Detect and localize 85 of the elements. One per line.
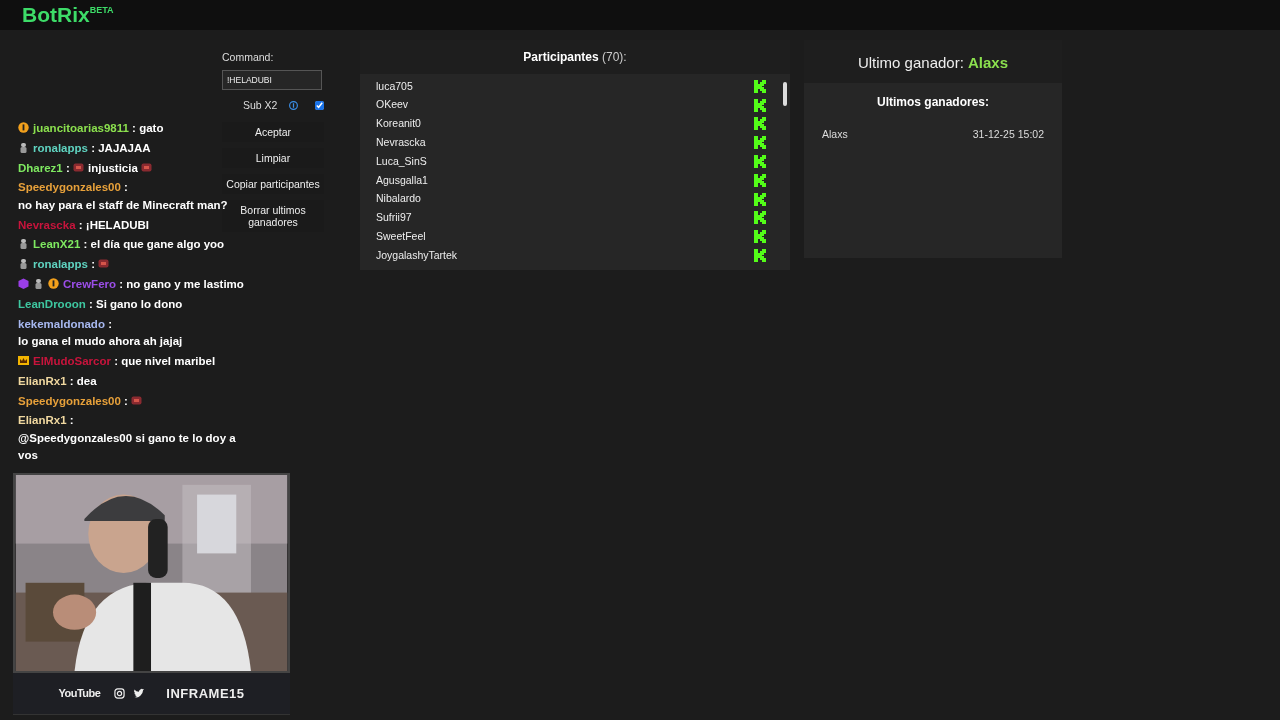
logo[interactable]: BotRix <box>22 0 90 30</box>
participant-name: Nibalardo <box>376 191 421 207</box>
youtube-label[interactable]: YouTube <box>58 685 101 702</box>
winner-name: Alaxs <box>822 126 848 142</box>
info-icon[interactable] <box>289 101 299 111</box>
chat-message: @Speedygonzales00 si gano te lo doy a vos <box>18 430 237 464</box>
participant-name: Koreanit0 <box>376 116 421 132</box>
platform-icon <box>754 136 766 150</box>
chat-message: ¡HELADUBI <box>85 217 150 233</box>
chat-message: no gano y me lastimo <box>126 277 244 293</box>
channel-handle: INFRAME15 <box>166 684 245 703</box>
chat-colon: : <box>124 394 128 407</box>
participant-name: Sufrii97 <box>376 210 412 226</box>
platform-icon <box>754 211 766 225</box>
participant-name: Luca_SinS <box>376 153 427 169</box>
participant-name: Nevrascka <box>376 134 426 150</box>
chat-colon: : <box>132 122 136 134</box>
chat-message: JAJAJAA <box>98 140 151 156</box>
emote-icon <box>141 161 153 173</box>
chat-colon: : <box>78 218 83 231</box>
platform-icon <box>754 79 766 93</box>
last-winner: Ultimo ganador: Alaxs <box>857 54 1009 71</box>
chat-username[interactable]: LeanX21 <box>33 238 81 251</box>
chat-username[interactable]: Speedygonzales00 <box>18 394 121 407</box>
chat-message: que nivel maribel <box>121 353 216 369</box>
winners-title: Ultimos ganadores: <box>876 93 990 111</box>
chat-username[interactable]: ElianRx1 <box>18 414 67 427</box>
chat-colon: : <box>119 278 124 291</box>
chat-username[interactable]: kekemaldonado <box>18 317 105 330</box>
emote-icon <box>73 161 84 173</box>
chat-colon: : <box>124 181 128 194</box>
chat-colon: : <box>108 317 112 330</box>
figure-badge-icon <box>18 238 29 250</box>
chat-colon: : <box>69 374 74 387</box>
sub-x2-label: Sub X2 <box>243 97 278 113</box>
command-field[interactable]: !HELADUBI <box>222 69 322 90</box>
chat-username[interactable]: Speedygonzales00 <box>18 181 121 194</box>
chat-username[interactable]: ronalapps <box>33 141 88 154</box>
sub-x2-checkbox[interactable] <box>315 101 324 111</box>
chat-message: Si gano lo dono <box>96 296 183 312</box>
platform-icon <box>754 230 766 244</box>
platform-icon <box>754 249 766 263</box>
platform-icon <box>754 192 766 206</box>
bird-icon[interactable] <box>133 687 145 699</box>
coin-badge-icon <box>48 278 59 290</box>
chat-username[interactable]: juancitoarias9811 <box>33 122 129 134</box>
winner-date: 31-12-25 15:02 <box>972 126 1044 142</box>
participant-name: OKeev <box>376 97 409 113</box>
chat-colon: : <box>65 161 70 174</box>
chat-username[interactable]: LeanDrooon <box>18 297 86 310</box>
chat-username[interactable]: Dharez1 <box>18 161 63 174</box>
chat-colon: : <box>83 238 88 251</box>
emote-icon <box>131 394 143 406</box>
participants-title: Participantes (70): <box>523 50 627 64</box>
chat-colon: : <box>88 297 93 310</box>
chat-message: el día que gane algo yoo <box>90 237 225 253</box>
chat-username[interactable]: ronalapps <box>33 258 88 271</box>
chat-message: gato <box>139 121 164 136</box>
coin-badge-icon <box>18 122 29 133</box>
instagram-icon[interactable] <box>114 687 126 699</box>
cube-badge-icon <box>18 278 29 290</box>
chat-username[interactable]: ElianRx1 <box>18 374 67 387</box>
participant-name: JoygalashyTartek <box>376 247 458 263</box>
chat-username[interactable]: CrewFero <box>63 278 117 291</box>
participant-name: Agusgalla1 <box>376 172 428 188</box>
beta-label: BETA <box>89 4 114 15</box>
command-label: Command: <box>222 50 275 65</box>
platform-icon <box>754 173 766 187</box>
figure-badge-icon <box>18 258 29 270</box>
chat-message: dea <box>76 373 97 389</box>
emote-icon <box>98 258 110 270</box>
platform-icon <box>754 155 766 169</box>
participant-name: luca705 <box>376 78 413 94</box>
figure-badge-icon <box>18 141 29 153</box>
participant-name: SweetFeel <box>376 228 426 244</box>
platform-icon <box>754 98 766 112</box>
chat-colon: : <box>91 258 95 271</box>
chat-message: lo gana el mudo ahora ah jajaj <box>18 334 183 350</box>
figure-badge-icon <box>33 278 44 290</box>
platform-icon <box>754 117 766 131</box>
chat-colon: : <box>91 141 95 154</box>
chat-message: injusticia <box>88 160 138 176</box>
crown-badge-icon <box>18 354 29 366</box>
chat-colon: : <box>114 354 118 367</box>
chat-colon: : <box>69 414 74 427</box>
